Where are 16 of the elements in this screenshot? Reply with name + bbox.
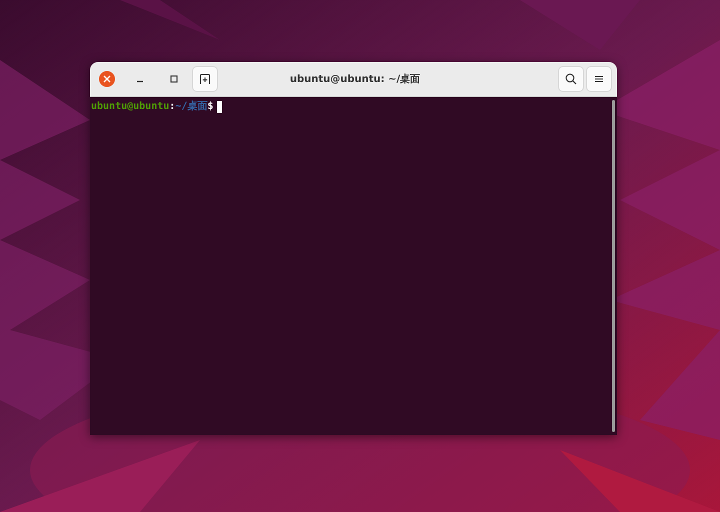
search-icon (565, 73, 577, 85)
prompt-symbol: $ (207, 100, 214, 114)
menu-button[interactable] (587, 67, 611, 91)
close-button[interactable] (99, 71, 115, 87)
new-tab-icon (199, 73, 211, 85)
menu-icon (594, 74, 604, 84)
window-title: ubuntu@ubuntu: ~/桌面 (290, 72, 420, 86)
scrollbar[interactable] (612, 100, 615, 432)
prompt-separator: : (169, 100, 176, 114)
close-icon (103, 75, 111, 83)
text-cursor (217, 101, 222, 113)
search-button[interactable] (559, 67, 583, 91)
prompt-path: ~/桌面 (175, 100, 208, 114)
maximize-icon (170, 75, 178, 83)
new-tab-button[interactable] (193, 67, 217, 91)
prompt-user-host: ubuntu@ubuntu (91, 100, 170, 114)
